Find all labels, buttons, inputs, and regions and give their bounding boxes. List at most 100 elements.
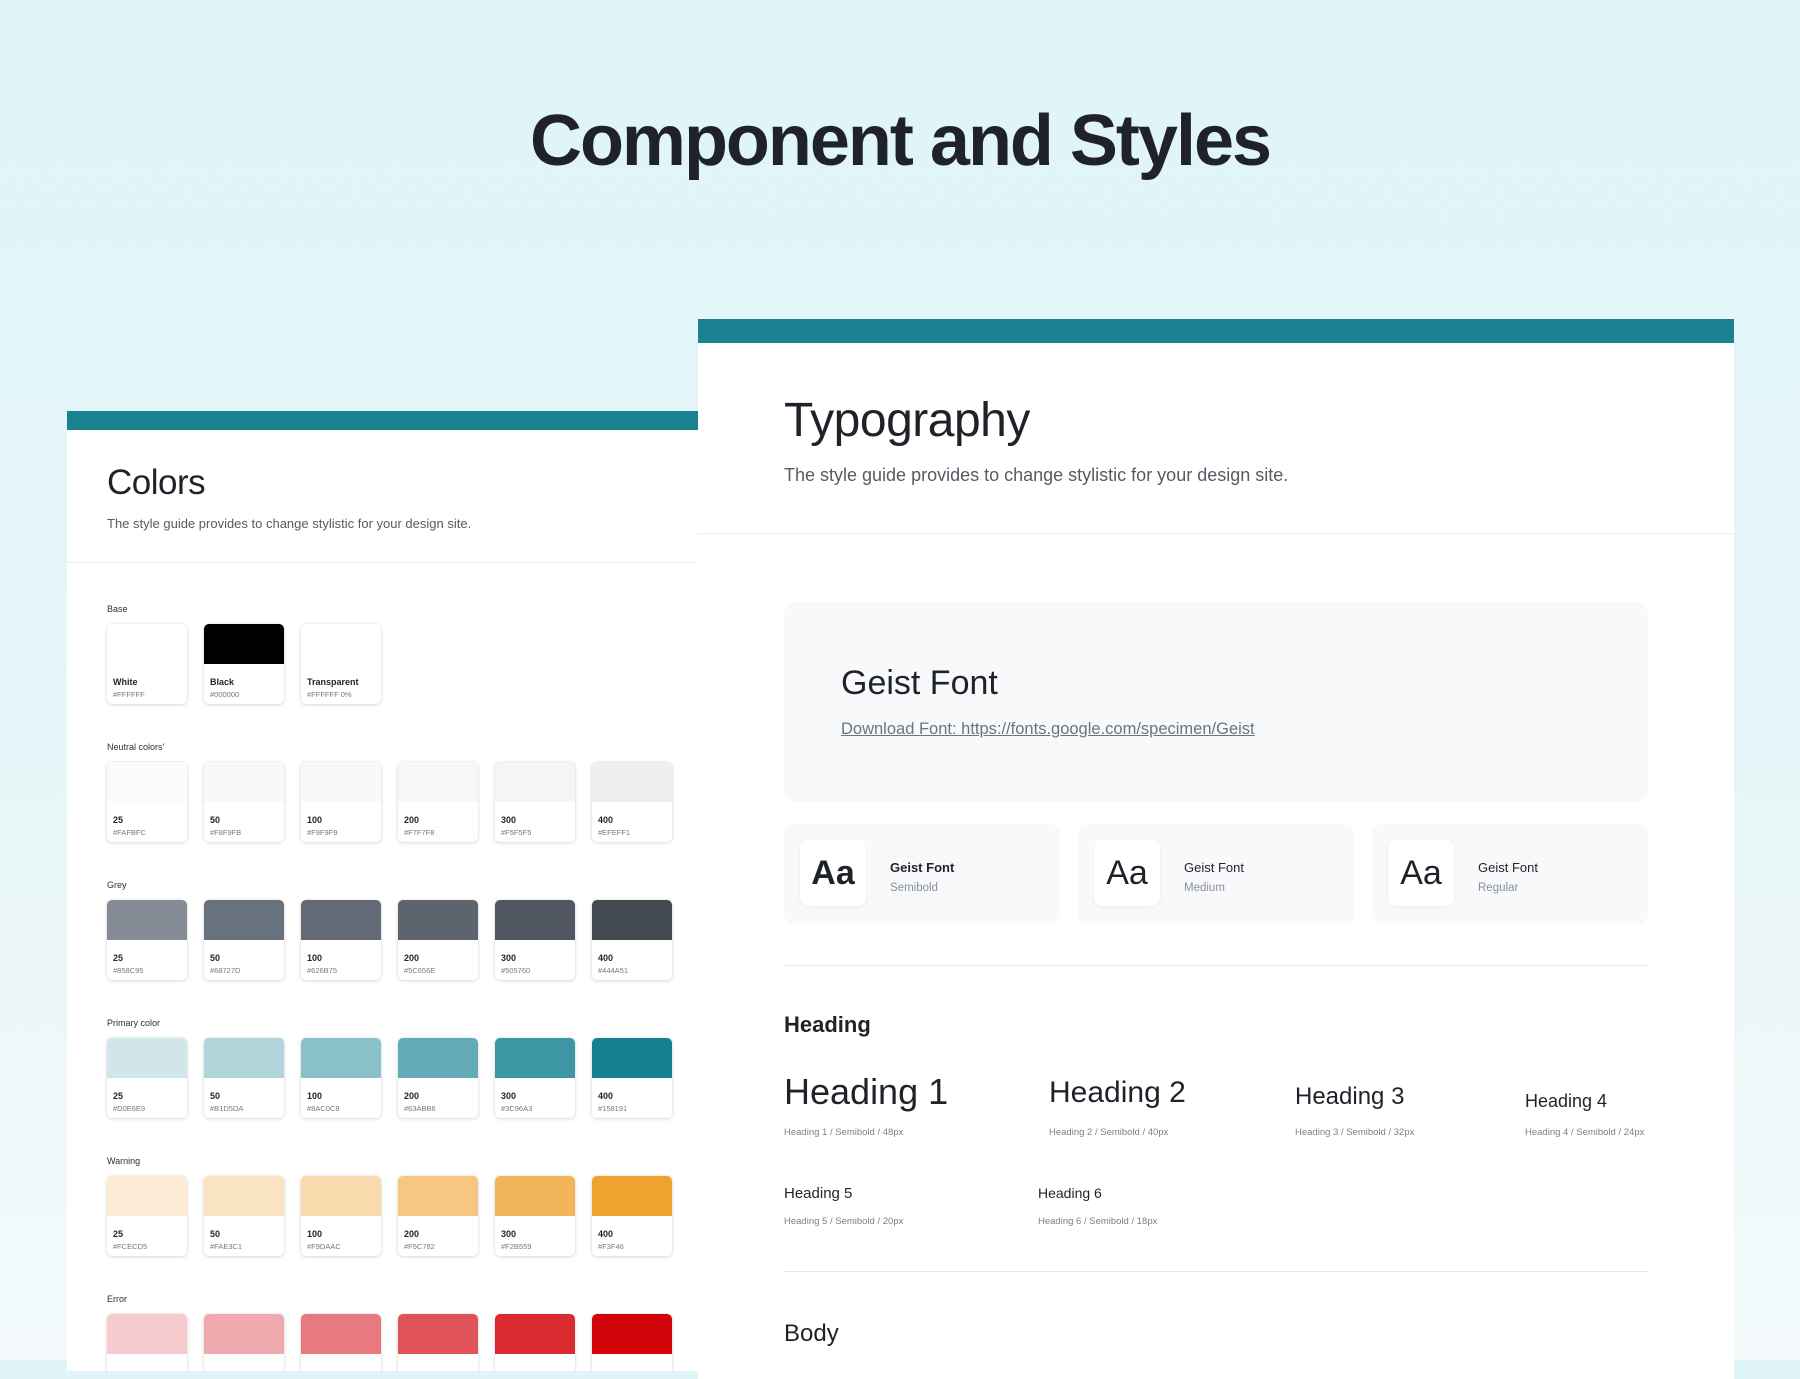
color-swatch[interactable]: 50 #68727D bbox=[204, 900, 284, 980]
swatch-color-fill bbox=[107, 1176, 187, 1216]
swatch-color-fill bbox=[107, 762, 187, 802]
color-swatch[interactable] bbox=[301, 1314, 381, 1371]
colors-description: The style guide provides to change styli… bbox=[107, 516, 472, 531]
swatch-row: 25 #858C95 50 #68727D 100 #626B75 200 #5C656E 30… bbox=[107, 900, 672, 980]
color-swatch[interactable]: 400 #F3F46 bbox=[592, 1176, 672, 1256]
swatch-hex: #444A51 bbox=[598, 966, 629, 975]
swatch-color-fill bbox=[592, 762, 672, 802]
color-group-label: Warning bbox=[107, 1156, 141, 1166]
swatch-name: 300 bbox=[501, 1229, 517, 1239]
swatch-name: 200 bbox=[404, 1229, 420, 1239]
swatch-name: 200 bbox=[404, 1091, 420, 1101]
typography-section-divider bbox=[784, 1271, 1648, 1272]
color-swatch[interactable]: 25 #D0E6E9 bbox=[107, 1038, 187, 1118]
typography-title: Typography bbox=[784, 394, 1030, 447]
page-title: Component and Styles bbox=[529, 101, 1272, 181]
swatch-name: 400 bbox=[598, 1091, 614, 1101]
color-swatch[interactable]: 400 #158191 bbox=[592, 1038, 672, 1118]
color-group: Error bbox=[107, 1294, 672, 1371]
heading-6-meta: Heading 6 / Semibold / 18px bbox=[1038, 1216, 1158, 1227]
color-group-label: Grey bbox=[107, 880, 127, 890]
color-swatch[interactable] bbox=[592, 1314, 672, 1371]
color-swatch[interactable]: 50 #FAE3C1 bbox=[204, 1176, 284, 1256]
color-swatch[interactable]: White #FFFFFF bbox=[107, 624, 187, 704]
swatch-color-fill bbox=[592, 1314, 672, 1354]
heading-6-sample: Heading 6 bbox=[1038, 1185, 1102, 1201]
swatch-color-fill bbox=[301, 1176, 381, 1216]
typography-divider bbox=[698, 533, 1734, 534]
swatch-hex: #8AC0C8 bbox=[307, 1104, 340, 1113]
color-swatch[interactable] bbox=[495, 1314, 575, 1371]
swatch-color-fill bbox=[204, 1314, 284, 1354]
font-sample: Aa bbox=[800, 840, 866, 906]
swatch-name: 300 bbox=[501, 1091, 517, 1101]
heading-3-sample: Heading 3 bbox=[1295, 1083, 1405, 1110]
swatch-hex: #000000 bbox=[210, 690, 240, 699]
color-swatch[interactable]: 50 #F8F9FB bbox=[204, 762, 284, 842]
swatch-color-fill bbox=[301, 762, 381, 802]
color-swatch[interactable] bbox=[204, 1314, 284, 1371]
swatch-name: 100 bbox=[307, 953, 323, 963]
font-sample: Aa bbox=[1094, 840, 1160, 906]
font-weight-label: Semibold bbox=[890, 882, 938, 894]
body-section-title: Body bbox=[784, 1320, 839, 1347]
swatch-color-fill bbox=[398, 1314, 478, 1354]
color-swatch[interactable]: 50 #B1D5DA bbox=[204, 1038, 284, 1118]
color-group-label: Base bbox=[107, 604, 128, 614]
color-swatch[interactable]: 25 #858C95 bbox=[107, 900, 187, 980]
color-swatch[interactable]: 400 #444A51 bbox=[592, 900, 672, 980]
swatch-color-fill bbox=[592, 1038, 672, 1078]
color-swatch[interactable]: 100 #626B75 bbox=[301, 900, 381, 980]
heading-section-title: Heading bbox=[784, 1012, 871, 1037]
color-swatch[interactable]: 200 #F7F7F8 bbox=[398, 762, 478, 842]
heading-3-meta: Heading 3 / Semibold / 32px bbox=[1295, 1127, 1415, 1138]
color-swatch[interactable] bbox=[398, 1314, 478, 1371]
color-swatch[interactable]: 100 #8AC0C8 bbox=[301, 1038, 381, 1118]
font-weight-name: Geist Font bbox=[1184, 860, 1244, 875]
font-sample: Aa bbox=[1388, 840, 1454, 906]
color-swatch[interactable]: Black #000000 bbox=[204, 624, 284, 704]
color-swatch[interactable]: 300 #3C96A3 bbox=[495, 1038, 575, 1118]
color-swatch[interactable]: 300 #505760 bbox=[495, 900, 575, 980]
color-swatch[interactable]: 300 #F5F5F5 bbox=[495, 762, 575, 842]
color-group: Neutral colors' 25 #FAFBFC 50 #F8F9FB 100 #F9F… bbox=[107, 742, 672, 842]
color-swatch[interactable]: 200 #F5C782 bbox=[398, 1176, 478, 1256]
color-swatch[interactable]: 100 #F9DAAC bbox=[301, 1176, 381, 1256]
font-weight-name: Geist Font bbox=[890, 860, 955, 875]
color-swatch[interactable]: 25 #FAFBFC bbox=[107, 762, 187, 842]
color-swatch[interactable]: 200 #5C656E bbox=[398, 900, 478, 980]
swatch-name: 50 bbox=[210, 815, 221, 825]
heading-2-sample: Heading 2 bbox=[1049, 1076, 1186, 1109]
swatch-hex: #F3F46 bbox=[598, 1242, 624, 1251]
font-card: Geist Font Download Font: https://fonts.… bbox=[784, 602, 1648, 802]
swatch-name: 100 bbox=[307, 1091, 323, 1101]
color-group-label: Primary color bbox=[107, 1018, 161, 1028]
download-font-link[interactable]: Download Font: https://fonts.google.com/… bbox=[841, 720, 1255, 739]
color-swatch[interactable]: 400 #EFEFF1 bbox=[592, 762, 672, 842]
color-swatch[interactable]: 25 #FCECD5 bbox=[107, 1176, 187, 1256]
swatch-row: White #FFFFFF Black #000000 Transparent #FFFF… bbox=[107, 624, 381, 704]
color-swatch[interactable]: 100 #F9F9F9 bbox=[301, 762, 381, 842]
typography-section-divider bbox=[784, 965, 1648, 966]
color-swatch[interactable]: 200 #63ABB6 bbox=[398, 1038, 478, 1118]
swatch-hex: #FCECD5 bbox=[113, 1242, 148, 1251]
swatch-color-fill bbox=[495, 1314, 575, 1354]
color-swatch[interactable] bbox=[107, 1314, 187, 1371]
heading-1-sample: Heading 1 bbox=[784, 1071, 949, 1112]
swatch-hex: #F5F5F5 bbox=[501, 828, 532, 837]
swatch-hex: #D0E6E9 bbox=[113, 1104, 146, 1113]
swatch-name: 400 bbox=[598, 815, 614, 825]
swatch-hex: #63ABB6 bbox=[404, 1104, 436, 1113]
color-group: Primary color 25 #D0E6E9 50 #B1D5DA 100 #8AC0C… bbox=[107, 1018, 672, 1118]
swatch-row bbox=[107, 1314, 672, 1371]
swatch-name: 200 bbox=[404, 815, 420, 825]
font-weight-card-regular: Aa Geist Font Regular bbox=[1372, 824, 1648, 924]
swatch-hex: #F5C782 bbox=[404, 1242, 435, 1251]
color-swatch[interactable]: Transparent #FFFFFF 0% bbox=[301, 624, 381, 704]
colors-title: Colors bbox=[107, 463, 206, 502]
swatch-name: 25 bbox=[113, 1229, 124, 1239]
font-weight-name: Geist Font bbox=[1478, 860, 1538, 875]
color-swatch[interactable]: 300 #F2B559 bbox=[495, 1176, 575, 1256]
swatch-color-fill bbox=[398, 1038, 478, 1078]
swatch-name: White bbox=[113, 677, 138, 687]
